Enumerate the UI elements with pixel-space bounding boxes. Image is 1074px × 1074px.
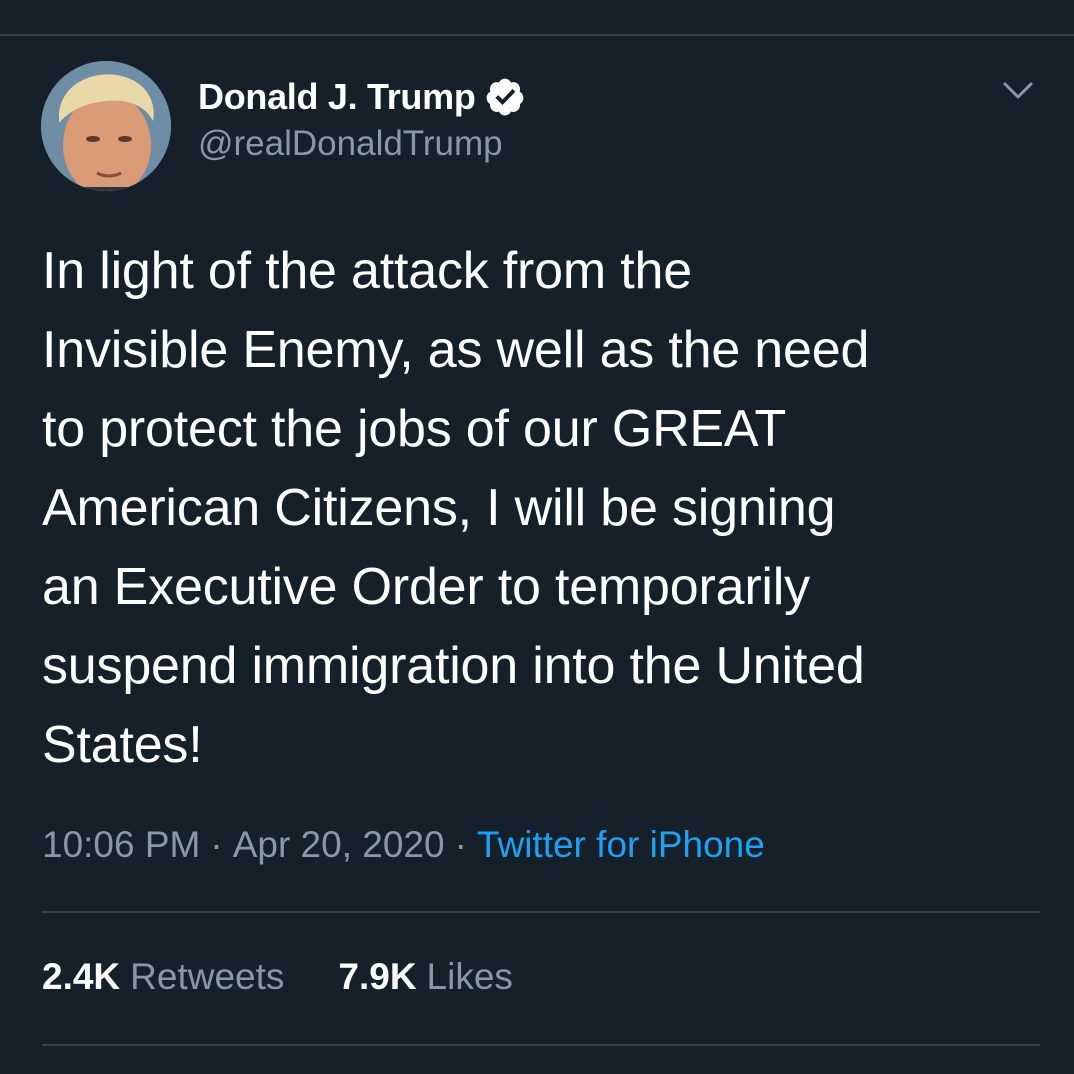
meta-separator: · xyxy=(454,824,467,865)
avatar[interactable] xyxy=(41,61,171,191)
divider xyxy=(42,911,1040,913)
verified-badge-icon xyxy=(484,76,526,118)
avatar-image xyxy=(41,61,171,191)
author-name-row[interactable]: Donald J. Trump xyxy=(198,74,526,120)
chevron-down-icon[interactable] xyxy=(1000,76,1036,106)
tweet-text: In light of the attack from the Invisibl… xyxy=(42,242,870,774)
tweet-time[interactable]: 10:06 PM xyxy=(42,824,200,865)
retweets-count: 2.4K xyxy=(42,956,121,997)
author-display-name[interactable]: Donald J. Trump xyxy=(198,76,476,118)
tweet-stats: 2.4K Retweets 7.9K Likes xyxy=(42,956,513,998)
meta-separator: · xyxy=(210,824,223,865)
likes-count: 7.9K xyxy=(338,956,417,997)
tweet-date[interactable]: Apr 20, 2020 xyxy=(233,824,445,865)
author-handle[interactable]: @realDonaldTrump xyxy=(198,124,503,164)
tweet-meta: 10:06 PM · Apr 20, 2020 · Twitter for iPhone xyxy=(42,824,765,866)
top-divider xyxy=(0,34,1074,36)
retweets-stat[interactable]: 2.4K Retweets xyxy=(42,956,284,998)
divider xyxy=(42,1044,1040,1046)
likes-label: Likes xyxy=(426,956,513,997)
retweets-label: Retweets xyxy=(130,956,285,997)
tweet-source-link[interactable]: Twitter for iPhone xyxy=(477,824,765,865)
likes-stat[interactable]: 7.9K Likes xyxy=(338,956,513,998)
